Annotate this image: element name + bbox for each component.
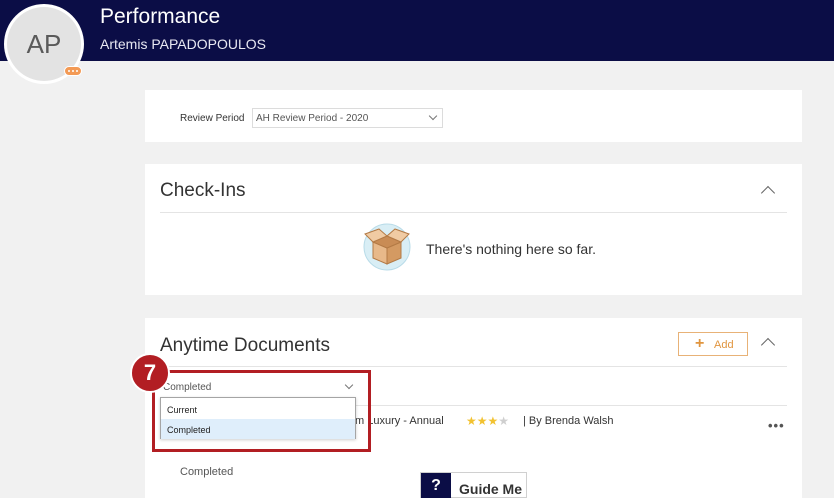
step-number-badge: 7	[130, 353, 170, 393]
documents-divider	[160, 366, 787, 367]
checkins-title: Check-Ins	[160, 180, 246, 201]
guide-me-label: Guide Me	[459, 481, 523, 497]
app-header: Performance Artemis PAPADOPOULOS	[0, 0, 834, 61]
review-period-select[interactable]: AH Review Period - 2020	[252, 108, 443, 128]
document-filter-value: Completed	[163, 382, 212, 393]
document-filter-select[interactable]: Completed	[163, 382, 211, 393]
checkins-divider	[160, 212, 787, 213]
checkins-empty-message: There's nothing here so far.	[426, 241, 596, 257]
open-box-icon	[363, 223, 411, 271]
filter-option-completed[interactable]: Completed	[161, 419, 355, 439]
review-period-value: AH Review Period - 2020	[256, 113, 369, 124]
checkins-card: Check-Ins There's nothing here so far.	[145, 164, 802, 295]
document-title[interactable]: m Luxury - Annual	[355, 415, 444, 427]
chevron-down-icon[interactable]	[344, 380, 354, 390]
help-icon: ?	[421, 473, 451, 498]
star-icon: ★	[498, 414, 510, 428]
plus-icon: +	[695, 335, 705, 352]
document-status: Completed	[180, 466, 234, 478]
document-author: | By Brenda Walsh	[523, 415, 614, 427]
more-icon[interactable]: •••	[768, 418, 785, 433]
review-period-label: Review Period	[180, 113, 245, 124]
chevron-up-icon[interactable]	[760, 185, 776, 201]
review-period-card: Review Period AH Review Period - 2020	[145, 90, 802, 142]
star-icon: ★	[487, 414, 499, 428]
document-filter-options: Current Completed	[160, 397, 356, 439]
star-icon: ★	[466, 414, 477, 428]
user-name: Artemis PAPADOPOULOS	[100, 36, 266, 52]
avatar[interactable]: AP	[4, 4, 84, 84]
chevron-up-icon[interactable]	[760, 337, 776, 353]
guide-me-button[interactable]: ? Guide Me	[420, 472, 527, 498]
anytime-documents-title: Anytime Documents	[160, 335, 331, 356]
add-document-button[interactable]: + Add	[678, 332, 748, 356]
filter-option-current[interactable]: Current	[161, 399, 355, 419]
chevron-down-icon	[428, 111, 438, 121]
page-title: Performance	[100, 5, 221, 28]
rating-stars: ★★★★	[466, 414, 509, 428]
avatar-menu-badge[interactable]	[64, 66, 82, 76]
star-icon: ★	[476, 414, 488, 428]
add-button-label: Add	[714, 339, 734, 351]
